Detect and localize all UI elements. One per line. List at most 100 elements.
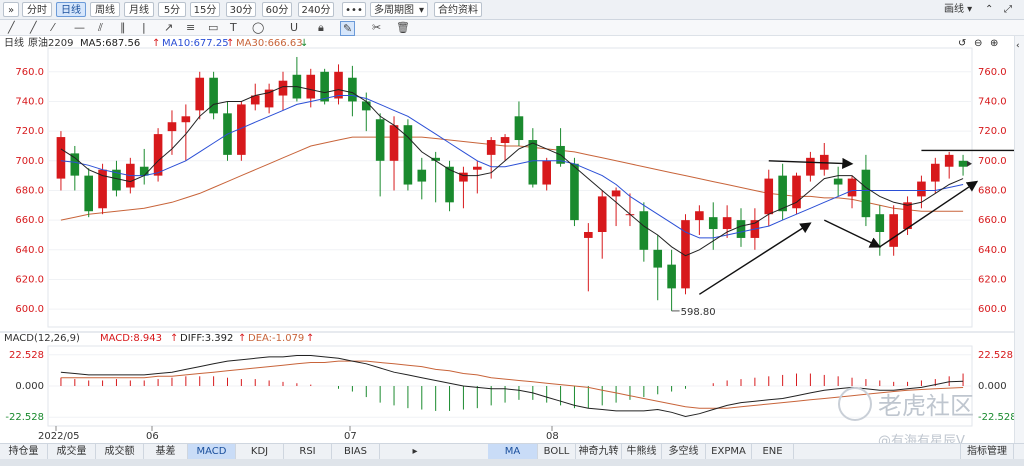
fullscreen-icon[interactable]: ⤢ bbox=[1004, 2, 1012, 17]
date-axis: 2022/05 06 07 08 bbox=[38, 426, 559, 442]
contract-info-button[interactable]: 合约资料 bbox=[434, 2, 482, 17]
price-tick-left: 680.0 bbox=[15, 185, 44, 196]
price-tick-right: 700.0 bbox=[978, 156, 1007, 167]
rect-tool-icon[interactable]: ▭ bbox=[208, 21, 218, 34]
candle-body bbox=[334, 71, 343, 99]
chevron-up-icon[interactable]: ⌃ bbox=[985, 2, 993, 17]
brand-watermark: 老虎社区 bbox=[838, 386, 974, 421]
settings-icon[interactable]: ✂ bbox=[372, 21, 381, 34]
overlay-tab[interactable]: 多空线 bbox=[662, 444, 706, 459]
dea-value: DEA:-1.079 bbox=[248, 333, 305, 344]
fib-tool-icon[interactable]: ≡ bbox=[186, 21, 195, 34]
macd-tick-right: 22.528 bbox=[978, 350, 1013, 361]
candle-body bbox=[889, 214, 898, 247]
overlay-tab[interactable]: 牛熊线 bbox=[622, 444, 662, 459]
price-tick-right: 620.0 bbox=[978, 274, 1007, 285]
trash-icon[interactable]: 🗑︎ bbox=[396, 21, 410, 34]
indicator-tab[interactable]: 持仓量 bbox=[0, 444, 48, 459]
indicator-tab[interactable]: 基差 bbox=[144, 444, 188, 459]
period-button[interactable]: 5分 bbox=[158, 2, 186, 17]
candle-body bbox=[209, 77, 218, 114]
parallel-tool-icon[interactable]: ∥ bbox=[120, 21, 126, 34]
indicator-tab[interactable]: KDJ bbox=[236, 444, 284, 459]
macd-tick-left: 22.528 bbox=[9, 350, 44, 361]
up-arrow-icon: ↑ bbox=[306, 333, 315, 344]
side-panel-strip[interactable]: ‹ bbox=[1014, 36, 1024, 443]
kline-chart[interactable]: 598.80 760.0 760.0 740.0 740.0 720.0 720.0 700… bbox=[0, 36, 1014, 443]
line-tool-icon[interactable]: ╱ bbox=[8, 21, 15, 34]
candle-body bbox=[806, 157, 815, 176]
candle-body bbox=[473, 166, 482, 170]
channel-tool-icon[interactable]: ⫽ bbox=[98, 21, 103, 34]
more-button[interactable]: ••• bbox=[342, 2, 366, 17]
price-tick-left: 660.0 bbox=[15, 215, 44, 226]
multi-period-dropdown[interactable]: 多周期图 ▾ bbox=[370, 2, 428, 17]
candle-body bbox=[306, 74, 316, 99]
hline-tool-icon[interactable]: — bbox=[74, 21, 85, 34]
candle-body bbox=[847, 178, 857, 197]
chart-type-dropdown[interactable]: 画线 ▾ bbox=[944, 2, 972, 17]
period-button[interactable]: 月线 bbox=[124, 2, 154, 17]
indicator-tab[interactable]: MACD bbox=[188, 444, 236, 459]
overlay-tab[interactable]: 神奇九转 bbox=[576, 444, 622, 459]
ellipse-tool-icon[interactable]: ◯ bbox=[252, 21, 264, 34]
price-tick-left: 740.0 bbox=[15, 96, 44, 107]
candle-body bbox=[195, 77, 205, 111]
candle-body bbox=[764, 178, 774, 215]
period-button[interactable]: 240分 bbox=[298, 2, 334, 17]
tab-scroll-right-icon[interactable]: ▸ bbox=[408, 444, 422, 459]
period-button[interactable]: 日线 bbox=[56, 2, 86, 17]
candle-body bbox=[708, 217, 718, 230]
extended-line-icon[interactable]: ⁄ bbox=[52, 21, 54, 34]
indicator-manage-button[interactable]: 指标管理 bbox=[960, 444, 1014, 459]
up-arrow-icon: ↑ bbox=[238, 333, 247, 344]
indicator-tab[interactable]: BIAS bbox=[332, 444, 380, 459]
macd-tick-right: 0.000 bbox=[978, 381, 1007, 392]
macd-value: MACD:8.943 bbox=[100, 333, 162, 344]
price-tick-right: 740.0 bbox=[978, 96, 1007, 107]
price-tick-right: 760.0 bbox=[978, 67, 1007, 78]
ma30-line bbox=[60, 136, 964, 221]
chevron-left-icon[interactable]: ‹ bbox=[1016, 41, 1020, 51]
candle-body bbox=[153, 134, 163, 176]
magnet-icon[interactable]: U bbox=[290, 21, 298, 34]
candle-body bbox=[639, 211, 649, 250]
price-tick-right: 680.0 bbox=[978, 185, 1007, 196]
candle-body bbox=[958, 160, 968, 167]
macd-params: MACD(12,26,9) bbox=[4, 333, 80, 344]
period-button[interactable]: 60分 bbox=[262, 2, 292, 17]
date-label: 08 bbox=[546, 431, 559, 442]
collapse-icon[interactable]: » bbox=[3, 2, 19, 17]
arrow-tool-icon[interactable]: ↗ bbox=[164, 21, 173, 34]
candle-body bbox=[348, 77, 357, 102]
period-button[interactable]: 15分 bbox=[190, 2, 220, 17]
overlay-tab[interactable]: EXPMA bbox=[706, 444, 752, 459]
indicator-tab[interactable]: 成交量 bbox=[48, 444, 96, 459]
overlay-tab[interactable]: BOLL bbox=[538, 444, 576, 459]
overlay-tab[interactable]: MA bbox=[488, 444, 538, 459]
price-tick-right: 660.0 bbox=[978, 215, 1007, 226]
indicator-tab[interactable]: 成交额 bbox=[96, 444, 144, 459]
text-tool-icon[interactable]: T bbox=[230, 21, 237, 34]
date-label: 2022/05 bbox=[38, 431, 80, 442]
period-button[interactable]: 分时 bbox=[22, 2, 52, 17]
period-button[interactable]: 周线 bbox=[90, 2, 120, 17]
macd-tick-right: -22.528 bbox=[978, 412, 1014, 423]
price-tick-left: 620.0 bbox=[15, 274, 44, 285]
multi-period-label: 多周期图 bbox=[374, 5, 414, 16]
candle-body bbox=[320, 71, 329, 102]
date-label: 07 bbox=[344, 431, 357, 442]
indicator-tab[interactable]: RSI bbox=[284, 444, 332, 459]
ray-tool-icon[interactable]: ╱ bbox=[30, 21, 37, 34]
candle-body bbox=[167, 122, 177, 132]
lock-icon[interactable]: 🔒︎ bbox=[318, 21, 324, 34]
indicator-tabs: 持仓量 成交量 成交额 基差 MACD KDJ RSI BIAS ▸ MA BOLL 神奇九转 牛熊线… bbox=[0, 443, 1024, 459]
current-price-marker bbox=[967, 160, 972, 167]
candle-body bbox=[875, 214, 885, 232]
pen-icon[interactable]: ✎ bbox=[340, 21, 356, 36]
vline-tool-icon[interactable]: | bbox=[142, 21, 146, 34]
tiger-logo-icon bbox=[838, 386, 872, 421]
candle-body bbox=[653, 249, 663, 268]
overlay-tab[interactable]: ENE bbox=[752, 444, 794, 459]
period-button[interactable]: 30分 bbox=[226, 2, 256, 17]
